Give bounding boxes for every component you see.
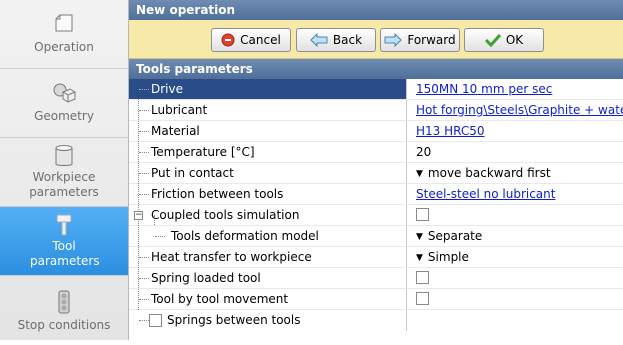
param-row-tool-by-tool[interactable]: Tool by tool movement (129, 289, 623, 310)
param-row-spring-loaded[interactable]: Spring loaded tool (129, 268, 623, 289)
cancel-label: Cancel (240, 33, 281, 47)
sidebar-item-geometry[interactable]: Geometry (0, 69, 128, 138)
material-value-link[interactable]: H13 HRC50 (416, 124, 485, 138)
heat-transfer-dropdown[interactable]: ▼ Simple (407, 247, 623, 267)
deformation-model-dropdown[interactable]: ▼ Separate (407, 226, 623, 246)
sidebar-item-operation[interactable]: Operation (0, 0, 128, 69)
sidebar: Operation Geometry Workpiece parameters … (0, 0, 129, 340)
geometry-icon (0, 81, 128, 105)
param-row-drive[interactable]: Drive 150MN 10 mm per sec (129, 79, 623, 100)
param-row-coupled-tools[interactable]: − Coupled tools simulation (129, 205, 623, 226)
param-label: Drive (151, 82, 183, 96)
param-row-friction[interactable]: Friction between tools Steel-steel no lu… (129, 184, 623, 205)
drive-value-link[interactable]: 150MN 10 mm per sec (416, 82, 552, 96)
param-label: Tool by tool movement (151, 292, 289, 306)
cancel-icon (221, 33, 235, 47)
dropdown-arrow-icon: ▼ (416, 169, 423, 179)
sidebar-item-label: Geometry (34, 109, 94, 123)
param-label: Tools deformation model (171, 229, 319, 243)
cancel-button[interactable]: Cancel (211, 28, 291, 52)
section-title: Tools parameters (129, 59, 623, 79)
put-in-contact-dropdown[interactable]: ▼ move backward first (407, 163, 623, 183)
parameters-grid: Drive 150MN 10 mm per sec Lubricant Hot … (129, 79, 623, 331)
cylinder-icon (0, 144, 128, 168)
hammer-icon (0, 213, 128, 237)
param-label: Lubricant (151, 103, 208, 117)
checkmark-icon (484, 33, 501, 47)
param-label: Spring loaded tool (151, 271, 261, 285)
page-title: New operation (129, 0, 623, 20)
param-row-lubricant[interactable]: Lubricant Hot forging\Steels\Graphite + … (129, 100, 623, 121)
temperature-value[interactable]: 20 (416, 145, 431, 159)
forward-label: Forward (407, 33, 456, 47)
param-label: Put in contact (151, 166, 234, 180)
param-row-deformation-model[interactable]: Tools deformation model ▼ Separate (129, 226, 623, 247)
param-row-springs-between[interactable]: Springs between tools (129, 310, 623, 331)
param-label: Heat transfer to workpiece (151, 250, 312, 264)
dropdown-arrow-icon: ▼ (416, 232, 423, 242)
param-label: Material (151, 124, 200, 138)
param-row-temperature[interactable]: Temperature [°C] 20 (129, 142, 623, 163)
tool-by-tool-checkbox[interactable] (416, 292, 429, 305)
sidebar-item-label: Stop conditions (17, 318, 111, 332)
arrow-right-icon (384, 33, 403, 47)
spring-loaded-checkbox[interactable] (416, 271, 429, 284)
back-button[interactable]: Back (296, 28, 376, 52)
param-row-put-in-contact[interactable]: Put in contact ▼ move backward first (129, 163, 623, 184)
dropdown-value: Separate (427, 229, 483, 243)
arrow-left-icon (310, 33, 328, 47)
param-row-material[interactable]: Material H13 HRC50 (129, 121, 623, 142)
dropdown-value: Simple (427, 250, 469, 264)
sidebar-item-workpiece-parameters[interactable]: Workpiece parameters (0, 138, 128, 207)
sidebar-item-tool-parameters[interactable]: Tool parameters (0, 207, 128, 276)
sidebar-item-stop-conditions[interactable]: Stop conditions (0, 276, 128, 345)
lubricant-value-link[interactable]: Hot forging\Steels\Graphite + water (416, 103, 623, 117)
ok-button[interactable]: OK (464, 28, 544, 52)
param-row-heat-transfer[interactable]: Heat transfer to workpiece ▼ Simple (129, 247, 623, 268)
traffic-light-icon (0, 290, 128, 314)
back-label: Back (332, 33, 363, 47)
dropdown-value: move backward first (427, 166, 551, 180)
document-icon (0, 14, 128, 38)
ok-label: OK (505, 33, 524, 47)
forward-button[interactable]: Forward (380, 28, 460, 52)
param-label: Coupled tools simulation (151, 208, 300, 222)
dropdown-arrow-icon: ▼ (416, 253, 423, 263)
param-label: Springs between tools (167, 313, 301, 327)
toolbar: Cancel Back Forward OK (129, 20, 623, 59)
coupled-tools-checkbox[interactable] (416, 208, 429, 221)
collapse-toggle-icon[interactable]: − (134, 211, 143, 220)
sidebar-item-label: Workpiece parameters (29, 170, 99, 199)
friction-value-link[interactable]: Steel-steel no lubricant (416, 187, 555, 201)
param-label: Temperature [°C] (151, 145, 255, 159)
param-label: Friction between tools (151, 187, 284, 201)
sidebar-item-label: Operation (34, 40, 94, 54)
springs-between-checkbox[interactable] (149, 314, 162, 327)
sidebar-item-label: Tool parameters (30, 239, 100, 268)
main-panel: New operation Cancel Back Forward OK Too… (129, 0, 623, 340)
